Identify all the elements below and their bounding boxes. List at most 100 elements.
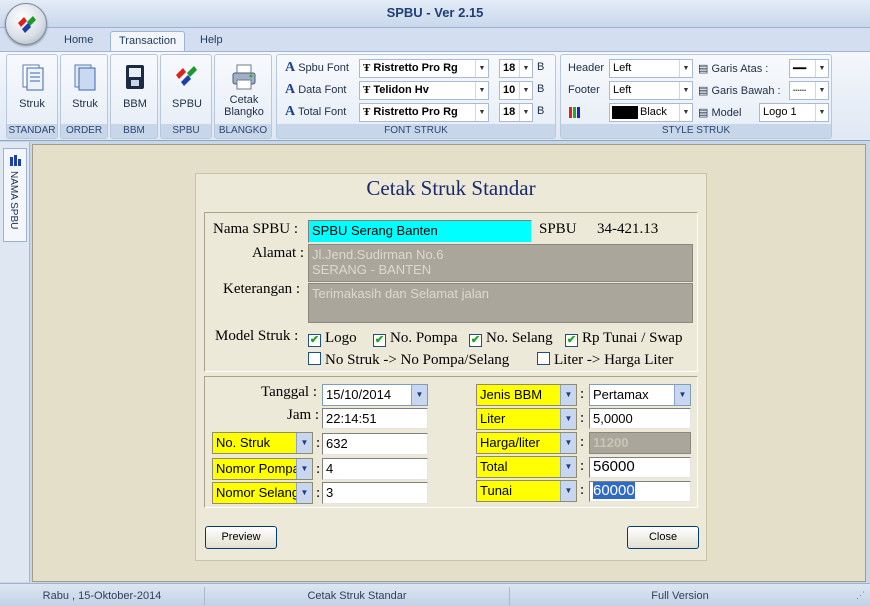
chevron-down-icon: ▼ xyxy=(815,60,828,77)
chevron-down-icon: ▼ xyxy=(296,459,312,479)
checkbox-check-icon: ✔ xyxy=(469,334,482,347)
no-struk-pompa-checkbox[interactable]: No Struk -> No Pompa/Selang xyxy=(308,352,509,369)
printer-icon xyxy=(232,64,256,90)
total-input[interactable]: 56000 xyxy=(589,457,691,478)
rp-tunai-checkbox-label: Rp Tunai / Swap xyxy=(582,330,683,346)
jenis-bbm-value-select[interactable]: Pertamax ▼ xyxy=(589,384,691,406)
tab-home[interactable]: Home xyxy=(56,31,101,52)
keterangan-textarea[interactable]: Terimakasih dan Selamat jalan xyxy=(308,283,693,323)
struk-standar-button[interactable]: Struk xyxy=(10,58,54,118)
checkbox-check-icon: ✔ xyxy=(308,334,321,347)
total-font-label: Total Font xyxy=(297,106,347,118)
nomor-pompa-select[interactable]: Nomor Pompa ▼ xyxy=(212,458,313,480)
no-struk-label: No. Struk xyxy=(216,435,271,450)
nama-spbu-input[interactable]: SPBU Serang Banten xyxy=(308,220,532,243)
resize-grip-icon[interactable]: ⋰ xyxy=(856,590,866,602)
total-bold-toggle[interactable]: B xyxy=(537,105,544,125)
nomor-pompa-input[interactable]: 4 xyxy=(322,458,428,480)
app-menu-button[interactable] xyxy=(5,3,47,45)
tab-help[interactable]: Help xyxy=(192,31,231,52)
no-pompa-checkbox[interactable]: ✔ No. Pompa xyxy=(373,330,458,347)
total-size-value: 18 xyxy=(503,106,516,118)
spbu-button[interactable]: SPBU xyxy=(165,58,209,118)
rp-tunai-checkbox[interactable]: ✔ Rp Tunai / Swap xyxy=(565,330,682,347)
total-font-select[interactable]: Ŧ Ristretto Pro Rg ▼ xyxy=(359,103,489,122)
data-size-value: 10 xyxy=(503,84,516,96)
cetak-struk-dialog: Cetak Struk Standar Nama SPBU : SPBU Ser… xyxy=(195,173,707,561)
spbu-size-select[interactable]: 18 ▼ xyxy=(499,59,533,78)
sidebar-tab-nama-spbu[interactable]: NAMA SPBU xyxy=(3,148,27,242)
cetak-blangko-button[interactable]: Cetak Blangko xyxy=(221,58,267,118)
logo-checkbox[interactable]: ✔ Logo xyxy=(308,330,357,347)
group-font-struk: A Spbu Font Ŧ Ristretto Pro Rg ▼ 18 ▼ B A … xyxy=(276,54,556,139)
nomor-selang-input[interactable]: 3 xyxy=(322,482,428,504)
liter-select[interactable]: Liter ▼ xyxy=(476,408,577,430)
color-swatch xyxy=(612,106,638,119)
no-selang-checkbox[interactable]: ✔ No. Selang xyxy=(469,330,553,347)
group-font-caption: FONT STRUK xyxy=(277,124,555,138)
chevron-down-icon: ▼ xyxy=(815,104,828,121)
bbm-button[interactable]: BBM xyxy=(113,58,157,118)
data-size-select[interactable]: 10 ▼ xyxy=(499,81,533,100)
tunai-label: Tunai xyxy=(480,483,513,498)
harga-liter-input: 11200 xyxy=(589,432,691,454)
model-label: Model xyxy=(711,107,742,119)
data-bold-toggle[interactable]: B xyxy=(537,83,544,103)
jam-input[interactable]: 22:14:51 xyxy=(322,408,428,429)
liter-harga-checkbox[interactable]: Liter -> Harga Liter xyxy=(537,352,673,369)
total-select[interactable]: Total ▼ xyxy=(476,456,577,478)
ribbon-tabs: Home Transaction Help xyxy=(0,28,870,52)
fuel-pump-icon xyxy=(126,65,144,89)
spbu-font-label: Spbu Font xyxy=(298,62,349,74)
tunai-select[interactable]: Tunai ▼ xyxy=(476,480,577,502)
jenis-bbm-select[interactable]: Jenis BBM ▼ xyxy=(476,384,577,406)
group-standar: Struk STANDAR xyxy=(6,54,58,139)
struk-order-button[interactable]: Struk xyxy=(63,58,107,118)
chevron-down-icon: ▼ xyxy=(296,433,312,453)
line-style-icon: ▤ xyxy=(698,63,709,75)
data-font-select[interactable]: Ŧ Telidon Hv ▼ xyxy=(359,81,489,100)
tanggal-datepicker[interactable]: 15/10/2014 ▼ xyxy=(322,384,428,406)
color-value: Black xyxy=(640,106,667,118)
no-struk-select[interactable]: No. Struk ▼ xyxy=(212,432,313,454)
liter-input[interactable]: 5,0000 xyxy=(589,408,691,429)
document-icon xyxy=(22,64,44,91)
close-button[interactable]: Close xyxy=(627,526,699,549)
harga-liter-select[interactable]: Harga/liter ▼ xyxy=(476,432,577,454)
status-version: Full Version xyxy=(651,590,709,602)
spbu-label: SPBU xyxy=(172,98,202,110)
header-align-select[interactable]: Left ▼ xyxy=(609,59,693,78)
group-bbm: BBM BBM xyxy=(110,54,158,139)
group-spbu: SPBU SPBU xyxy=(160,54,212,139)
chevron-down-icon: ▼ xyxy=(411,385,427,405)
total-size-select[interactable]: 18 ▼ xyxy=(499,103,533,122)
window-title: SPBU - Ver 2.15 xyxy=(386,5,484,20)
alamat-textarea[interactable]: Jl.Jend.Sudirman No.6 SERANG - BANTEN xyxy=(308,244,693,282)
color-pencil-icon xyxy=(568,105,582,125)
footer-align-select[interactable]: Left ▼ xyxy=(609,81,693,100)
spbu-font-select[interactable]: Ŧ Ristretto Pro Rg ▼ xyxy=(359,59,489,78)
garis-atas-select[interactable]: ━━ ▼ xyxy=(789,59,829,78)
model-select[interactable]: Logo 1 ▼ xyxy=(759,103,829,122)
garis-bawah-select[interactable]: ┄┄ ▼ xyxy=(789,81,829,100)
colon-separator: : xyxy=(316,461,321,477)
no-struk-pompa-checkbox-label: No Struk -> No Pompa/Selang xyxy=(325,352,510,368)
chevron-down-icon: ▼ xyxy=(560,385,576,405)
no-struk-input[interactable]: 632 xyxy=(322,433,428,455)
ribbon: Struk STANDAR Struk ORDER BBM BBM SPBU S… xyxy=(0,51,870,141)
tab-transaction[interactable]: Transaction xyxy=(110,31,186,52)
preview-button[interactable]: Preview xyxy=(205,526,277,549)
group-standar-caption: STANDAR xyxy=(7,124,57,138)
tunai-input[interactable]: 60000 xyxy=(589,481,691,502)
group-style-struk: Header Left ▼ Footer Left ▼ Black ▼ ▤ Garis… xyxy=(560,54,832,139)
spbu-bold-toggle[interactable]: B xyxy=(537,61,544,81)
chevron-down-icon: ▼ xyxy=(679,60,692,77)
font-a-icon: A xyxy=(285,104,296,119)
total-label: Total xyxy=(480,459,508,474)
line-style-icon: ▤ xyxy=(698,85,709,97)
struk-standar-label: Struk xyxy=(19,98,45,110)
nomor-selang-select[interactable]: Nomor Selang ▼ xyxy=(212,482,313,504)
colon-separator: : xyxy=(316,485,321,501)
color-select[interactable]: Black ▼ xyxy=(609,103,693,122)
tanggal-value: 15/10/2014 xyxy=(326,387,392,402)
